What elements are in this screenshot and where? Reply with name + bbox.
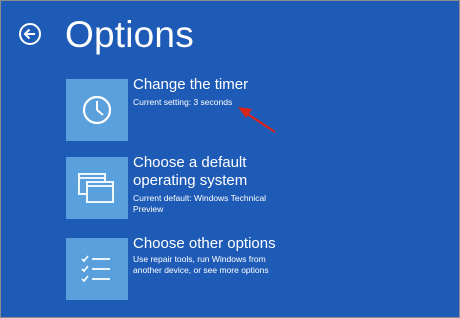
option-other-options[interactable]: Choose other options Use repair tools, r… xyxy=(66,235,446,304)
option-change-timer[interactable]: Change the timer Current setting: 3 seco… xyxy=(66,76,446,145)
page-title: Options xyxy=(65,14,194,55)
option-title: Choose other options xyxy=(133,235,276,252)
option-tile xyxy=(66,238,128,300)
option-default-os[interactable]: Choose a default operating system Curren… xyxy=(66,154,446,223)
checklist-icon xyxy=(81,255,110,283)
back-button[interactable] xyxy=(19,23,41,45)
back-arrow-icon xyxy=(23,28,35,40)
option-tile xyxy=(66,157,128,219)
boot-options-screen: Options Change the timer Current setting… xyxy=(0,0,460,318)
option-title: Choose a default operating system xyxy=(133,154,248,189)
option-subtitle: Current default: Windows Technical Previ… xyxy=(133,193,267,214)
option-tile xyxy=(66,79,128,141)
windows-stack-icon xyxy=(78,173,114,203)
option-title: Change the timer xyxy=(133,76,249,93)
option-subtitle: Use repair tools, run Windows from anoth… xyxy=(133,254,269,275)
option-subtitle: Current setting: 3 seconds xyxy=(133,97,233,107)
clock-icon xyxy=(82,95,112,125)
